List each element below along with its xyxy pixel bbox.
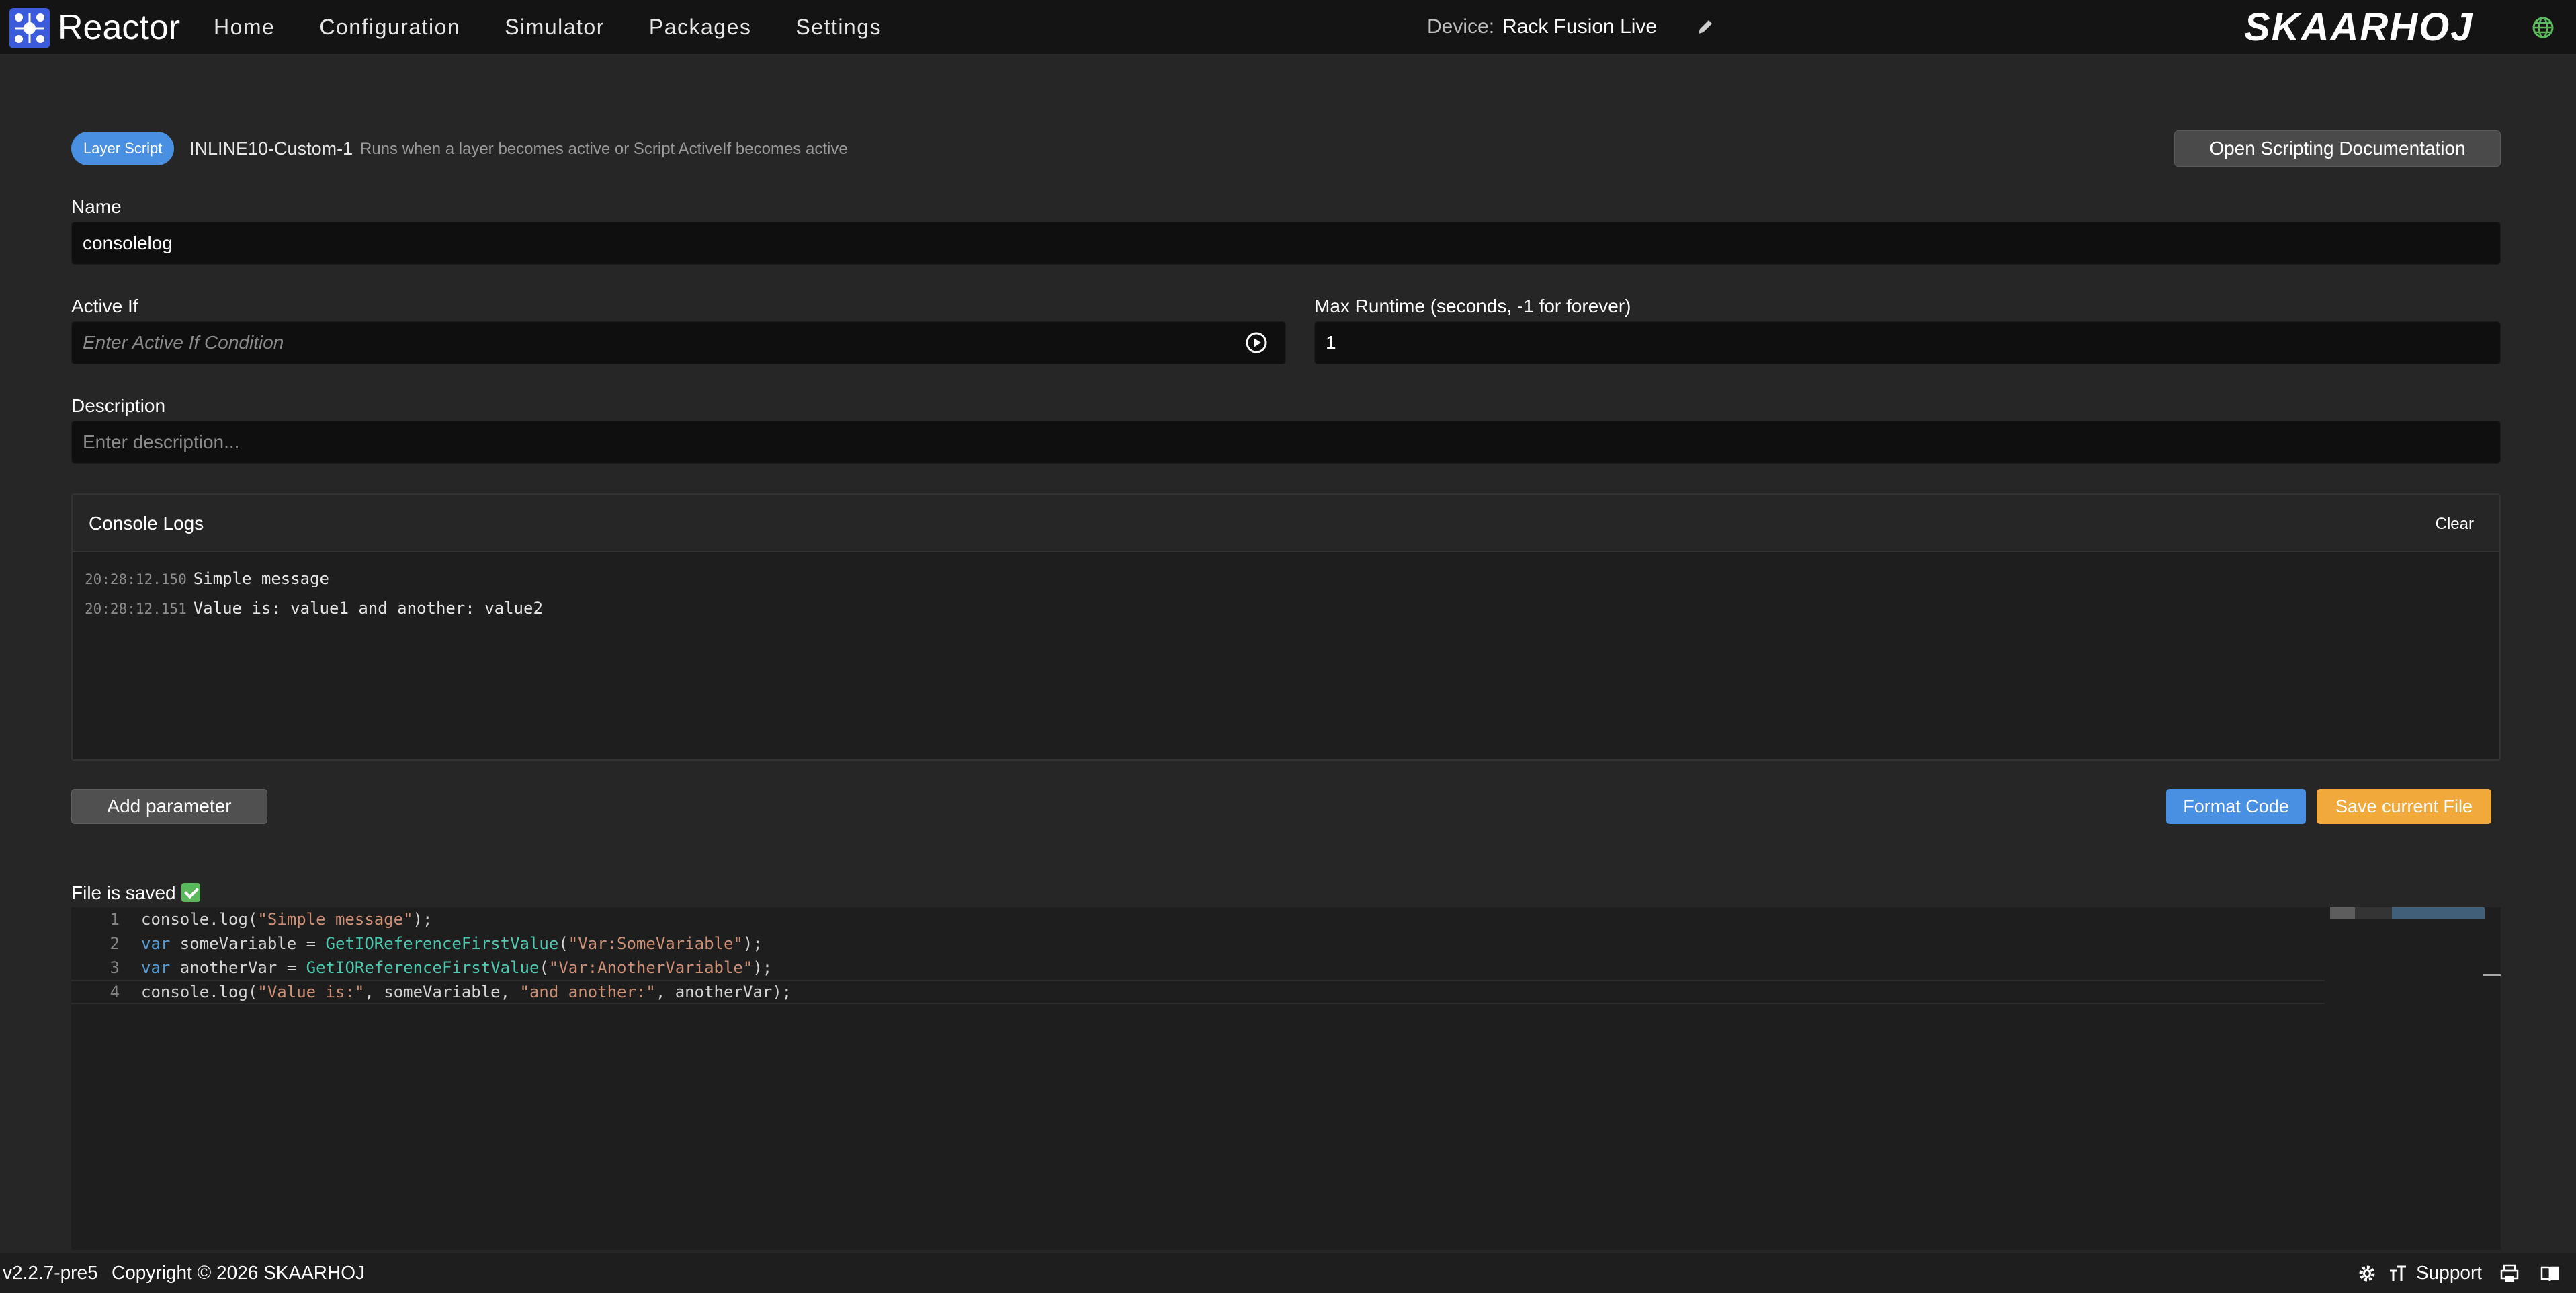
checkmark-icon xyxy=(181,883,200,902)
code-token: var xyxy=(141,958,171,977)
console-title: Console Logs xyxy=(89,513,204,534)
code-token: someVariable = xyxy=(170,934,326,953)
line-number: 2 xyxy=(110,934,120,953)
code-token: GetIOReferenceFirstValue xyxy=(306,958,540,977)
code-token: console.log( xyxy=(141,983,258,1001)
save-file-button[interactable]: Save current File xyxy=(2317,789,2491,824)
code-token: ( xyxy=(539,958,549,977)
code-token: console.log( xyxy=(141,910,258,929)
reactor-app: Reactor Home Configuration Simulator Pac… xyxy=(0,0,2576,1293)
minimap-preview xyxy=(2330,907,2485,919)
code-token: ); xyxy=(413,910,433,929)
line-number: 4 xyxy=(110,983,120,1001)
code-line[interactable]: 1 console.log("Simple message"); xyxy=(71,907,2325,931)
code-token: "Var:AnotherVariable" xyxy=(548,958,753,977)
device-name: Rack Fusion Live xyxy=(1502,15,1658,38)
nav-configuration[interactable]: Configuration xyxy=(319,12,460,42)
reactor-logo-icon[interactable] xyxy=(9,8,50,48)
code-line[interactable]: 2 var someVariable = GetIOReferenceFirstV… xyxy=(71,931,2325,956)
active-if-label: Active If xyxy=(71,296,138,317)
nav-simulator[interactable]: Simulator xyxy=(505,12,605,42)
open-docs-button[interactable]: Open Scripting Documentation xyxy=(2174,130,2501,167)
code-token: anotherVar = xyxy=(170,958,306,977)
code-editor[interactable]: 1 console.log("Simple message"); 2 var some… xyxy=(71,907,2501,1250)
code-token: ); xyxy=(742,934,763,953)
format-code-button[interactable]: Format Code xyxy=(2166,789,2306,824)
code-token: ); xyxy=(753,958,773,977)
script-description: Runs when a layer becomes active or Scri… xyxy=(360,140,848,158)
name-label: Name xyxy=(71,196,122,217)
save-status-text: File is saved xyxy=(71,882,176,903)
description-label: Description xyxy=(71,395,166,416)
text-size-icon[interactable] xyxy=(2388,1263,2408,1284)
nav-settings[interactable]: Settings xyxy=(796,12,882,42)
device-label: Device: xyxy=(1427,15,1495,38)
code-token: var xyxy=(141,934,171,953)
active-if-input[interactable] xyxy=(71,321,1286,364)
top-navbar: Reactor Home Configuration Simulator Pac… xyxy=(0,0,2576,55)
code-line[interactable]: 3 var anotherVar = GetIOReferenceFirstVal… xyxy=(71,956,2325,980)
code-token: , anotherVar); xyxy=(655,983,792,1001)
save-status: File is saved xyxy=(71,880,200,906)
console-panel: Console Logs Clear 20:28:12.150 Simple me… xyxy=(71,493,2501,761)
script-id: INLINE10-Custom-1 xyxy=(189,138,353,159)
code-text[interactable]: console.log("Value is:", someVariable, "… xyxy=(141,981,791,1003)
code-text[interactable]: var anotherVar = GetIOReferenceFirstValu… xyxy=(141,956,772,980)
log-timestamp: 20:28:12.150 xyxy=(85,571,187,587)
copyright-text: Copyright © 2026 SKAARHOJ xyxy=(112,1262,366,1283)
nav-home[interactable]: Home xyxy=(214,12,275,42)
code-token: "Simple message" xyxy=(257,910,413,929)
nav-packages[interactable]: Packages xyxy=(649,12,752,42)
add-parameter-button[interactable]: Add parameter xyxy=(71,789,267,824)
support-link[interactable]: Support xyxy=(2416,1261,2482,1285)
console-clear-button[interactable]: Clear xyxy=(2436,512,2474,536)
code-text[interactable]: console.log("Simple message"); xyxy=(141,907,432,931)
play-icon[interactable] xyxy=(1244,331,1269,355)
console-header: Console Logs Clear xyxy=(73,495,2499,552)
code-token: GetIOReferenceFirstValue xyxy=(325,934,559,953)
code-token: ( xyxy=(558,934,568,953)
script-type-badge: Layer Script xyxy=(71,132,175,165)
code-token: "Value is:" xyxy=(257,983,365,1001)
pencil-icon[interactable] xyxy=(1694,16,1716,38)
log-timestamp: 20:28:12.151 xyxy=(85,601,187,617)
code-token: , someVariable, xyxy=(364,983,520,1001)
max-runtime-input[interactable] xyxy=(1314,321,2501,364)
description-input[interactable] xyxy=(71,421,2501,464)
code-line[interactable]: 4 console.log("Value is:", someVariable, … xyxy=(71,980,2325,1004)
book-icon[interactable] xyxy=(2540,1263,2560,1284)
max-runtime-label: Max Runtime (seconds, -1 for forever) xyxy=(1314,296,1631,317)
printer-icon[interactable] xyxy=(2499,1263,2520,1284)
code-text[interactable]: var someVariable = GetIOReferenceFirstVa… xyxy=(141,931,763,956)
globe-icon[interactable] xyxy=(2532,16,2554,39)
editor-minimap[interactable] xyxy=(2325,907,2501,1250)
code-token: "Var:SomeVariable" xyxy=(568,934,743,953)
brand-logo: SKAARHOJ xyxy=(2244,5,2474,49)
code-token: "and another:" xyxy=(519,983,656,1001)
app-name[interactable]: Reactor xyxy=(58,5,180,50)
gear-icon[interactable] xyxy=(2357,1263,2377,1284)
footer: v2.2.7-pre5 Copyright © 2026 SKAARHOJ Su… xyxy=(0,1253,2576,1293)
version-label: v2.2.7-pre5 xyxy=(3,1262,98,1283)
log-entry: 20:28:12.151 Value is: value1 and another… xyxy=(85,597,543,620)
name-input[interactable] xyxy=(71,222,2501,265)
log-message: Simple message xyxy=(193,569,330,588)
log-message: Value is: value1 and another: value2 xyxy=(193,599,543,618)
main-nav: Home Configuration Simulator Packages Se… xyxy=(214,12,882,42)
log-entry: 20:28:12.150 Simple message xyxy=(85,567,329,591)
minimap-slider[interactable] xyxy=(2483,974,2501,976)
line-number: 1 xyxy=(110,910,120,929)
line-number: 3 xyxy=(110,958,120,977)
